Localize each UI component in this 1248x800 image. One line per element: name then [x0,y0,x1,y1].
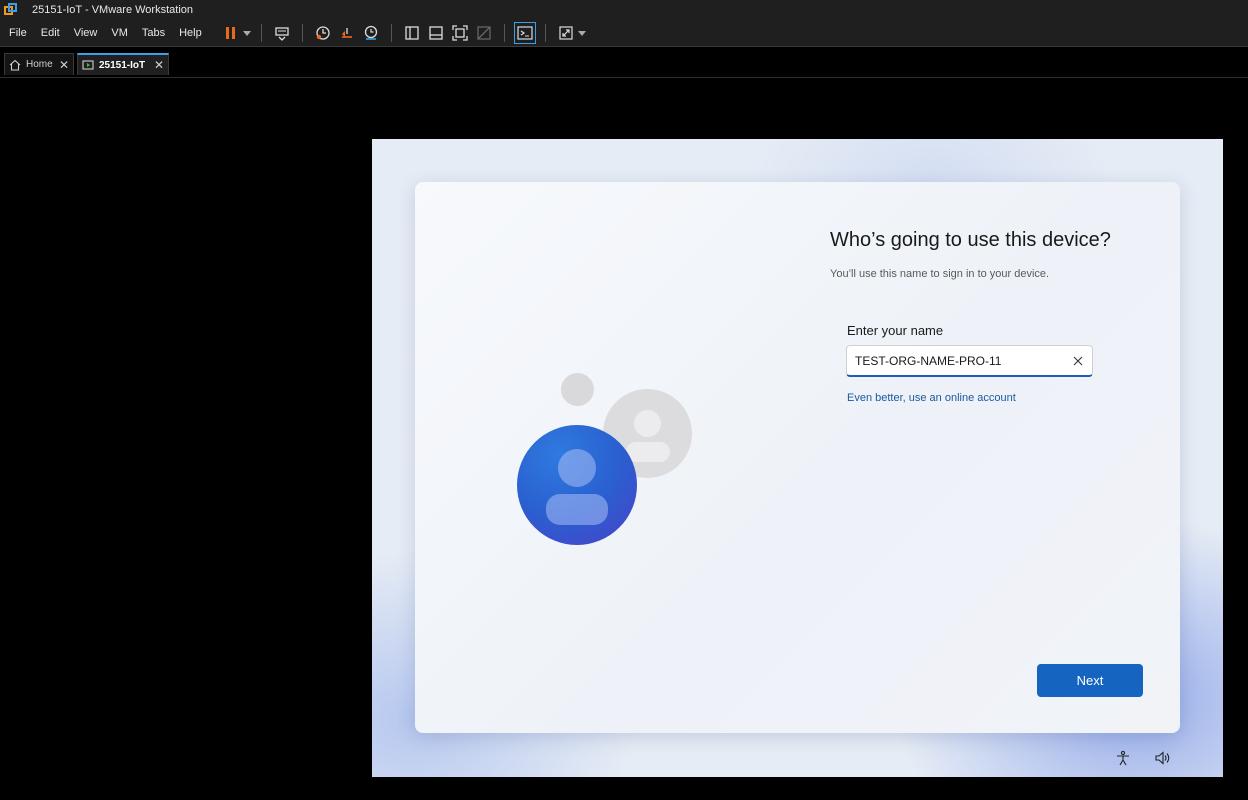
send-ctrl-alt-del-icon [275,27,289,41]
snapshot-icon [316,26,330,40]
stretch-view-icon [559,26,573,40]
name-input[interactable] [855,352,1065,370]
tab-home-label: Home [26,59,53,70]
close-icon[interactable]: ✕ [59,58,69,72]
stretch-dropdown-icon[interactable] [577,29,586,37]
tab-vm-label: 25151-IoT [99,59,146,71]
menu-edit[interactable]: Edit [36,20,65,47]
vm-console[interactable]: Who’s going to use this device? You’ll u… [372,139,1223,777]
window-title: 25151-IoT - VMware Workstation [32,4,193,16]
menu-toolbar: File Edit View VM Tabs Help [0,20,1248,47]
online-account-link[interactable]: Even better, use an online account [847,392,1016,404]
snapshot-manager-button[interactable] [360,22,382,44]
pause-icon [225,27,235,39]
revert-snapshot-button[interactable] [336,22,358,44]
library-view-button[interactable] [401,22,423,44]
send-ctrl-alt-del-button[interactable] [271,22,293,44]
oobe-dialog: Who’s going to use this device? You’ll u… [415,182,1180,733]
volume-button[interactable] [1153,748,1173,768]
snapshot-manager-icon [364,25,377,40]
close-icon[interactable]: ✕ [154,58,164,72]
toolbar-separator [260,24,262,42]
accessibility-button[interactable] [1113,748,1133,768]
menu-view[interactable]: View [69,20,103,47]
next-button[interactable]: Next [1037,664,1143,697]
revert-snapshot-icon [341,28,352,38]
name-input-box[interactable] [846,345,1093,377]
thumbnail-bar-button[interactable] [425,22,447,44]
menu-help[interactable]: Help [174,20,207,47]
fullscreen-icon [452,25,468,41]
title-bar: 25151-IoT - VMware Workstation [0,0,1248,20]
home-icon [9,59,21,71]
vmware-logo-icon [4,3,18,17]
fullscreen-button[interactable] [449,22,471,44]
unity-button[interactable] [473,22,495,44]
volume-icon [1155,751,1170,765]
tab-bar: Home ✕ 25151-IoT ✕ [0,48,1248,78]
accessibility-icon [1117,750,1129,766]
pause-button[interactable] [220,22,242,44]
tab-home[interactable]: Home ✕ [4,53,74,75]
library-view-icon [405,26,419,40]
menu-tabs[interactable]: Tabs [137,20,170,47]
page-subtitle: You’ll use this name to sign in to your … [830,268,1050,280]
console-view-icon [517,26,533,40]
user-avatar-icon [517,425,637,545]
unity-icon [477,26,491,40]
stretch-view-button[interactable] [555,22,577,44]
toolbar-separator [544,24,546,42]
page-title: Who’s going to use this device? [830,229,1111,251]
menu-vm[interactable]: VM [106,20,133,47]
toolbar-separator [503,24,505,42]
clear-input-button[interactable] [1070,353,1086,369]
power-dropdown-icon[interactable] [242,29,251,37]
thumbnail-bar-icon [429,26,443,40]
toolbar-separator [390,24,392,42]
toolbar-separator [301,24,303,42]
take-snapshot-button[interactable] [312,22,334,44]
console-view-button[interactable] [513,22,536,44]
clear-icon [1073,356,1083,366]
vm-running-icon [82,60,94,70]
small-dot-decoration [561,373,594,406]
name-field-label: Enter your name [847,323,944,338]
tab-vm[interactable]: 25151-IoT ✕ [77,53,169,75]
menu-file[interactable]: File [4,20,32,47]
